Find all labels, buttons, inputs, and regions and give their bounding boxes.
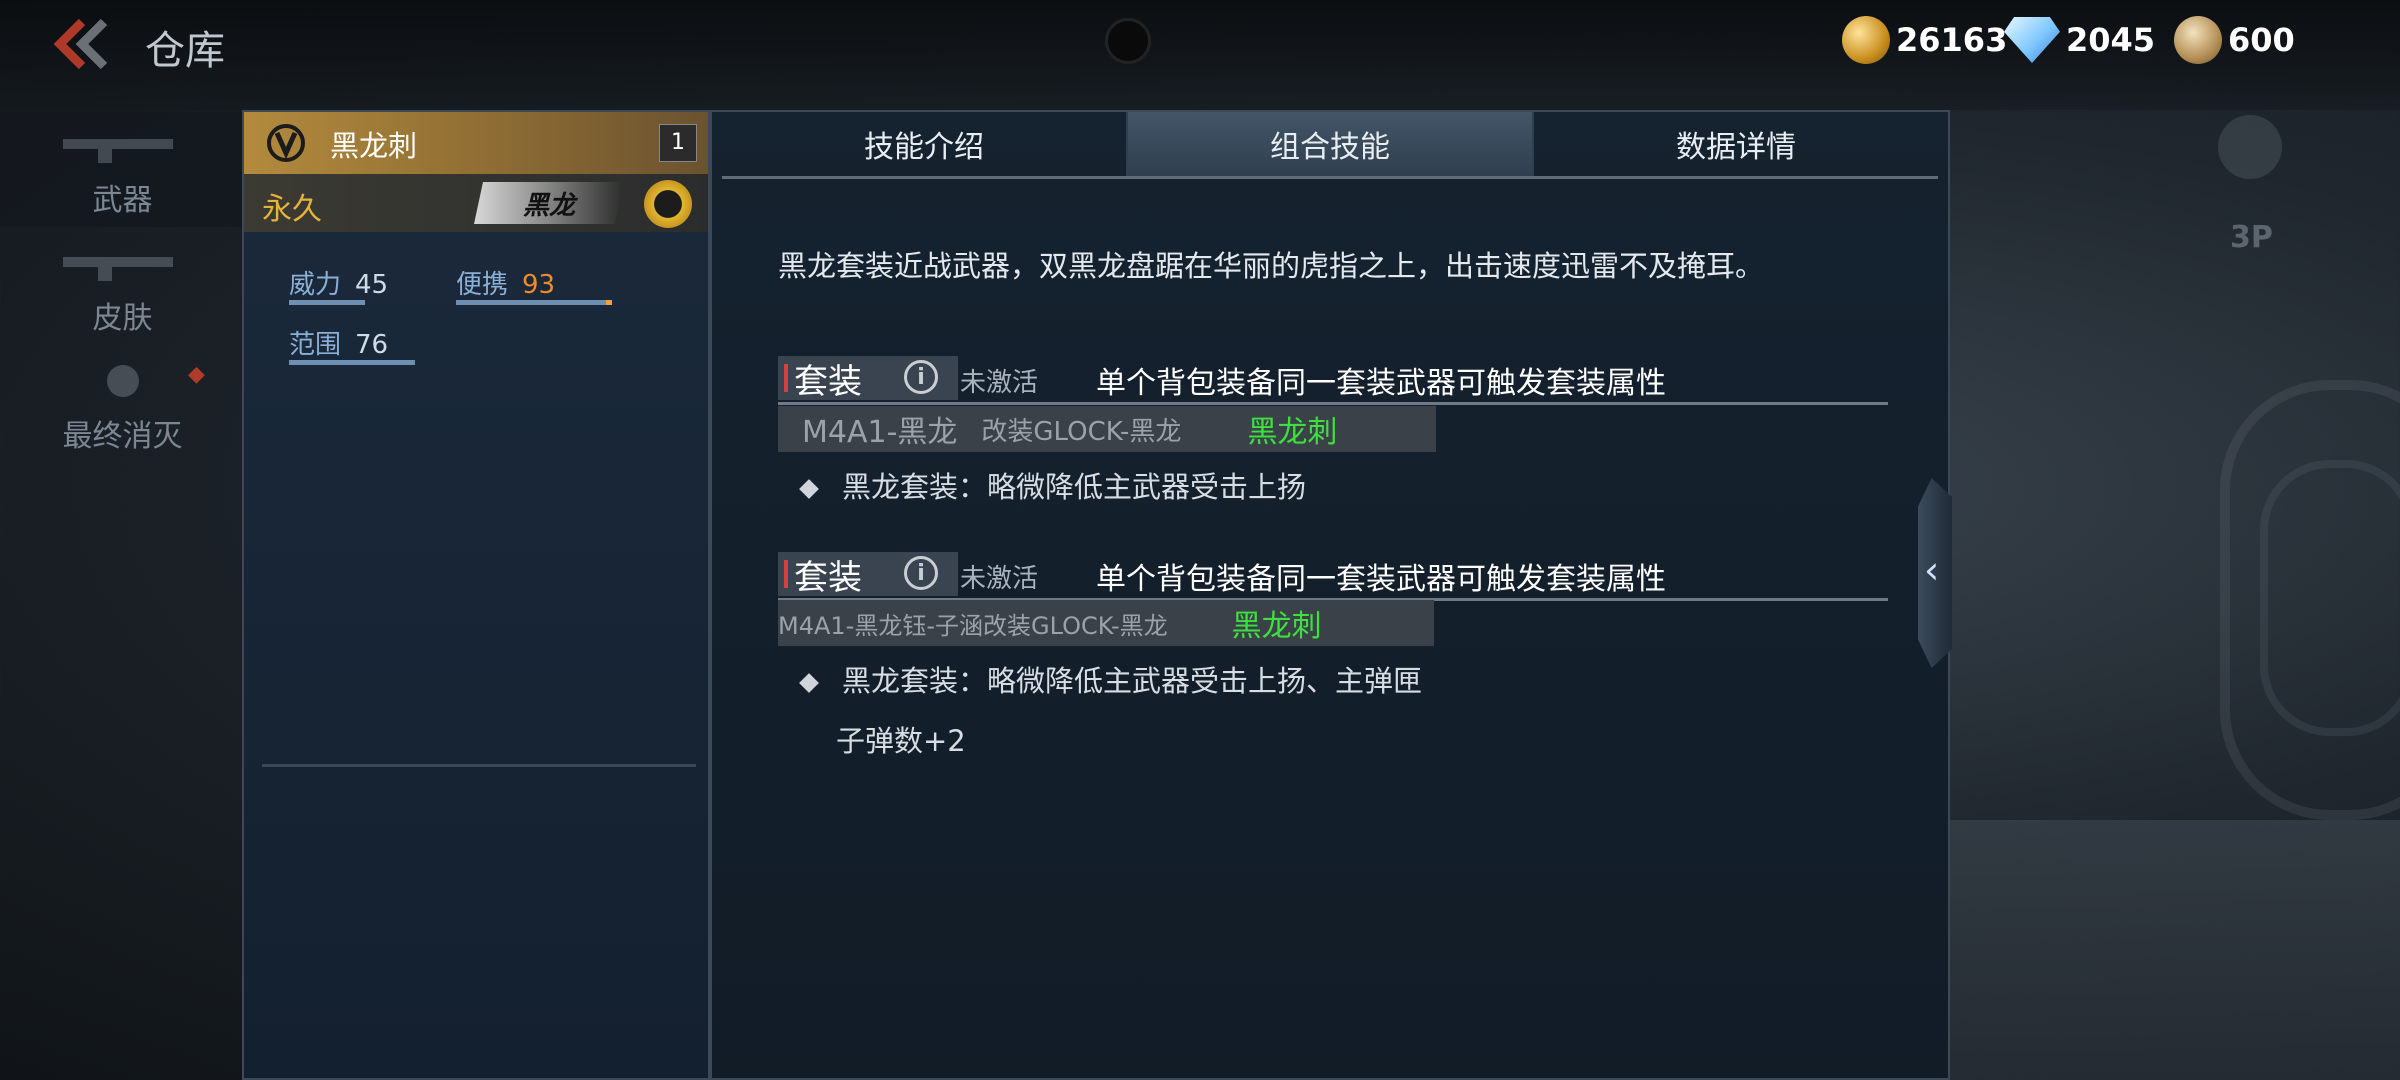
v-rank-icon xyxy=(267,124,305,162)
set-header: 套装 i 未激活 单个背包装备同一套装武器可触发套装属性 xyxy=(778,356,1888,405)
back-chevron-icon[interactable] xyxy=(52,18,112,70)
stat-value: 45 xyxy=(355,270,389,300)
item-name-bar: 黑龙刺 1 xyxy=(244,112,708,174)
tab-combo-skill[interactable]: 组合技能 xyxy=(1128,112,1534,176)
set-bonus: 黑龙套装：略微降低主武器受击上扬 xyxy=(799,464,1307,506)
set-header: 套装 i 未激活 单个背包装备同一套装武器可触发套装属性 xyxy=(778,552,1888,601)
stat-value: 93 xyxy=(522,270,556,300)
set-bonus-text: 黑龙套装：略微降低主武器受击上扬 xyxy=(842,470,1307,504)
set-part: M4A1-黑龙 xyxy=(802,415,958,450)
badge-label: 黑龙 xyxy=(522,190,575,221)
background-target-ring-inner xyxy=(2260,460,2400,736)
item-count: 1 xyxy=(659,124,697,162)
bullet-icon xyxy=(799,479,819,499)
diamond-icon xyxy=(2004,17,2060,63)
stat-label: 威力 xyxy=(289,270,342,300)
weapon-description: 黑龙套装近战武器，双黑龙盘踞在华丽的虎指之上，出击速度迅雷不及掩耳。 xyxy=(778,249,1765,283)
stat-label: 范围 xyxy=(289,330,342,360)
set-tag-label: 套装 xyxy=(794,557,862,598)
camera-notch xyxy=(1105,18,1151,64)
view-toggle-3p[interactable]: 3P xyxy=(2230,220,2273,255)
quality-ring-icon xyxy=(644,180,692,228)
stat-power: 威力 45 xyxy=(289,264,388,301)
rifle-skin-icon xyxy=(62,257,173,281)
item-panel: 黑龙刺 1 永久 黑龙 威力 45 便携 93 范围 76 xyxy=(242,110,710,1080)
diamond-currency[interactable]: 2045 xyxy=(2004,14,2155,66)
set-part: 改装GLOCK-黑龙 xyxy=(981,416,1182,447)
item-name: 黑龙刺 xyxy=(330,129,418,163)
gold-coin-icon xyxy=(1842,16,1890,64)
stat-range-bar xyxy=(289,360,415,365)
stat-portability: 便携 93 xyxy=(456,264,555,301)
sidebar-item-skins[interactable]: 皮肤 xyxy=(0,230,245,345)
collapse-panel-button[interactable]: ‹ xyxy=(1918,478,1952,668)
page-title: 仓库 xyxy=(145,28,225,74)
set-status: 未激活 xyxy=(960,564,1039,594)
set-rule: 单个背包装备同一套装武器可触发套装属性 xyxy=(1096,366,1666,401)
info-icon[interactable]: i xyxy=(904,360,938,394)
set-bonus-continued: 子弹数+2 xyxy=(836,724,966,758)
sidebar-item-final-kill[interactable]: 最终消灭 ◆ xyxy=(0,348,245,463)
set-tag-label: 套装 xyxy=(794,361,862,402)
rifle-icon xyxy=(62,139,173,163)
stat-label: 便携 xyxy=(456,270,509,300)
tab-bar: 技能介绍 组合技能 数据详情 xyxy=(722,112,1938,179)
tab-data-details[interactable]: 数据详情 xyxy=(1534,112,1938,176)
gold-amount: 26163 xyxy=(1896,21,2008,59)
set-part: M4A1-黑龙钰-子涵 xyxy=(778,611,983,640)
stat-portability-bar xyxy=(456,300,606,305)
tab-skill-intro[interactable]: 技能介绍 xyxy=(722,112,1128,176)
stat-power-bar xyxy=(289,300,365,305)
stat-value: 76 xyxy=(355,330,389,360)
set-part-active: 黑龙刺 xyxy=(1231,609,1322,644)
alert-badge-icon: ◆ xyxy=(188,362,205,387)
divider xyxy=(262,764,696,767)
set-parts: M4A1-黑龙 改装GLOCK-黑龙 黑龙刺 xyxy=(778,406,1436,452)
sidebar-item-label: 皮肤 xyxy=(92,301,153,336)
sidebar-item-label: 武器 xyxy=(92,183,153,218)
info-icon[interactable]: i xyxy=(904,556,938,590)
set-status: 未激活 xyxy=(960,368,1039,398)
chevron-left-icon: ‹ xyxy=(1924,548,1940,592)
gold-currency[interactable]: 26163 xyxy=(1842,14,2007,66)
medal-icon xyxy=(2174,16,2222,64)
detail-panel: 技能介绍 组合技能 数据详情 黑龙套装近战武器，双黑龙盘踞在华丽的虎指之上，出击… xyxy=(710,110,1950,1080)
sidebar-item-label: 最终消灭 xyxy=(62,419,183,454)
black-dragon-badge: 黑龙 xyxy=(474,182,624,224)
skull-icon xyxy=(106,365,139,397)
set-rule: 单个背包装备同一套装武器可触发套装属性 xyxy=(1096,562,1666,597)
medal-amount: 600 xyxy=(2228,21,2295,59)
diamond-amount: 2045 xyxy=(2066,21,2156,59)
set-part: 改装GLOCK-黑龙 xyxy=(982,611,1168,640)
set-bonus-text: 黑龙套装：略微降低主武器受击上扬、主弹匣 xyxy=(842,664,1423,698)
stat-portability-bar-bonus xyxy=(606,300,612,305)
set-part-active: 黑龙刺 xyxy=(1247,415,1338,450)
duration-label: 永久 xyxy=(262,192,322,227)
duration-bar: 永久 黑龙 xyxy=(244,174,708,232)
gamepad-button-icon[interactable] xyxy=(2218,115,2282,179)
medal-currency[interactable]: 600 xyxy=(2174,14,2295,66)
set-parts: M4A1-黑龙钰-子涵 改装GLOCK-黑龙 黑龙刺 xyxy=(778,600,1434,646)
set-bonus: 黑龙套装：略微降低主武器受击上扬、主弹匣 xyxy=(799,658,1423,700)
bullet-icon xyxy=(799,673,819,693)
stat-range: 范围 76 xyxy=(289,324,388,361)
sidebar-item-weapons[interactable]: 武器 xyxy=(0,112,245,227)
